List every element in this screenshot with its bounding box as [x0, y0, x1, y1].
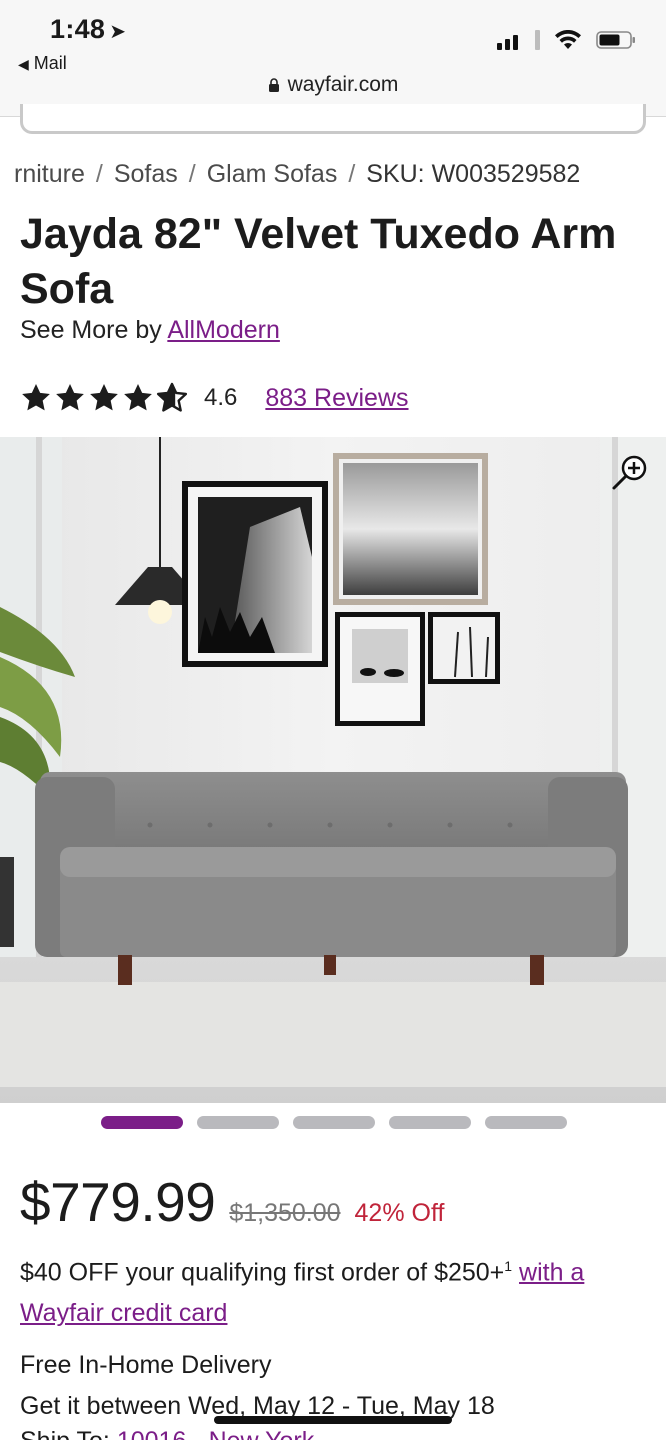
- zoom-in-icon[interactable]: [610, 453, 650, 493]
- breadcrumb-item-glam-sofas[interactable]: Glam Sofas: [207, 160, 338, 188]
- back-triangle-icon: ◀: [18, 56, 29, 72]
- promo-text: $40 OFF your qualifying first order of $…: [20, 1258, 505, 1287]
- lock-icon: [268, 78, 279, 92]
- ship-to-zip-link[interactable]: 10016 - New York: [117, 1427, 314, 1440]
- breadcrumb-sku: SKU: W003529582: [366, 160, 581, 188]
- product-rating: 4.6 883 Reviews: [20, 382, 409, 414]
- wifi-icon: [555, 30, 581, 49]
- star-partial-icon: [156, 382, 188, 412]
- price-row: $779.99 $1,350.00 42% Off: [20, 1170, 444, 1234]
- system-icons: [497, 30, 636, 50]
- address-bar[interactable]: wayfair.com: [0, 73, 666, 97]
- battery-icon: [596, 31, 635, 49]
- carousel-dot-4[interactable]: [389, 1116, 471, 1129]
- breadcrumb-separator: /: [348, 160, 356, 188]
- product-image[interactable]: [0, 437, 666, 1103]
- browser-chrome: 1:48 ➤ ◀ Mail wayfair.com: [0, 0, 666, 117]
- breadcrumb: rniture / Sofas / Glam Sofas / SKU: W003529582: [14, 160, 580, 189]
- carousel-dot-3[interactable]: [293, 1116, 375, 1129]
- ship-to-label: Ship To:: [20, 1427, 110, 1440]
- see-more-by: See More by AllModern: [20, 316, 280, 345]
- discount-badge: 42% Off: [354, 1199, 445, 1227]
- credit-card-promo: $40 OFF your qualifying first order of $…: [20, 1246, 650, 1334]
- carousel-dot-5[interactable]: [485, 1116, 567, 1129]
- image-carousel-indicator: [101, 1116, 567, 1129]
- delivery-info: Free In-Home Delivery Get it between Wed…: [20, 1345, 495, 1427]
- breadcrumb-separator: /: [188, 160, 196, 188]
- home-indicator[interactable]: [214, 1416, 452, 1424]
- original-price: $1,350.00: [229, 1199, 341, 1227]
- delivery-type: Free In-Home Delivery: [20, 1351, 272, 1379]
- status-time-text: 1:48: [50, 14, 106, 44]
- carousel-dot-2[interactable]: [197, 1116, 279, 1129]
- star-full-icon: [56, 384, 84, 411]
- see-more-prefix: See More by: [20, 316, 162, 344]
- cellular-signal-icon: [497, 30, 540, 50]
- search-field-partial[interactable]: [20, 104, 646, 134]
- sofa-room-photo: [0, 437, 666, 1103]
- sale-price: $779.99: [20, 1171, 216, 1233]
- star-rating: [20, 382, 188, 414]
- ship-to: Ship To: 10016 - New York: [20, 1427, 314, 1440]
- breadcrumb-separator: /: [95, 160, 103, 188]
- star-full-icon: [22, 384, 50, 411]
- carousel-dot-1[interactable]: [101, 1116, 183, 1129]
- status-time: 1:48 ➤: [50, 14, 126, 45]
- product-title: Jayda 82" Velvet Tuxedo Arm Sofa: [20, 210, 617, 313]
- star-full-icon: [124, 384, 152, 411]
- back-to-mail-button[interactable]: ◀ Mail: [18, 53, 67, 74]
- breadcrumb-item-furniture[interactable]: rniture: [14, 160, 85, 188]
- location-arrow-icon: ➤: [109, 21, 127, 43]
- breadcrumb-item-sofas[interactable]: Sofas: [114, 160, 178, 188]
- reviews-link[interactable]: 883 Reviews: [265, 384, 408, 413]
- brand-link[interactable]: AllModern: [167, 316, 280, 344]
- star-full-icon: [90, 384, 118, 411]
- rating-value: 4.6: [204, 384, 238, 411]
- back-app-label: Mail: [33, 53, 67, 73]
- url-text: wayfair.com: [287, 73, 399, 96]
- promo-footnote[interactable]: 1: [504, 1258, 512, 1274]
